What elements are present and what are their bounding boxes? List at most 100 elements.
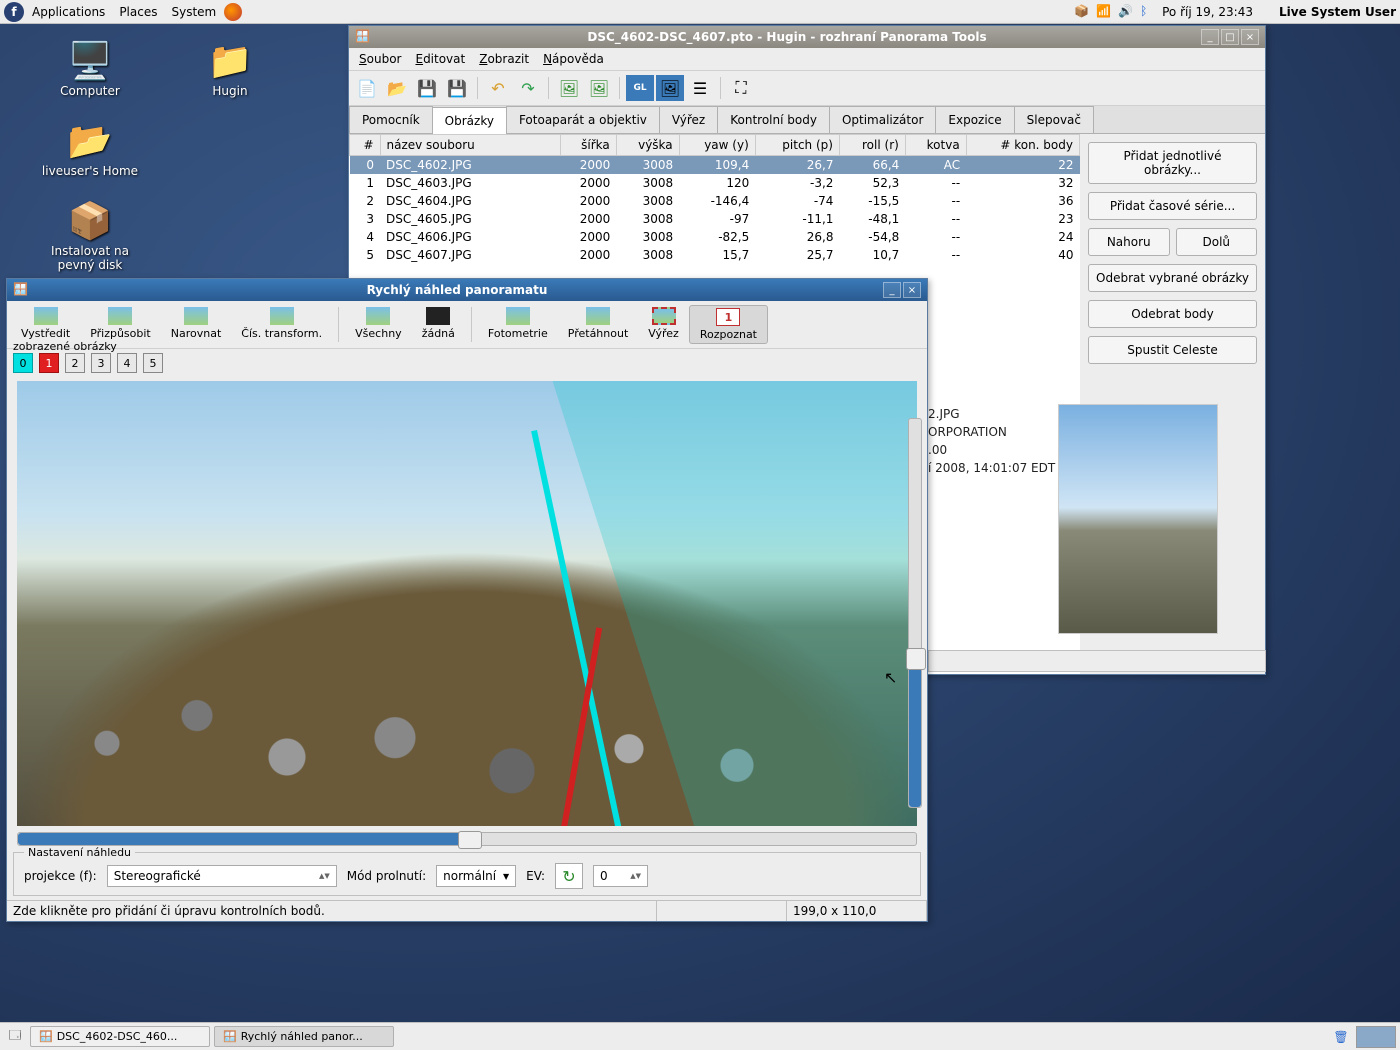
redo-button[interactable]: ↷ — [514, 75, 542, 101]
menu-view[interactable]: Zobrazit — [473, 50, 535, 68]
col-height[interactable]: výška — [616, 135, 679, 156]
col-cp[interactable]: # kon. body — [966, 135, 1079, 156]
col-filename[interactable]: název souboru — [380, 135, 560, 156]
tab-stitcher[interactable]: Slepovač — [1014, 106, 1094, 133]
add-series-button[interactable]: Přidat časové série... — [1088, 192, 1257, 220]
col-anchor[interactable]: kotva — [905, 135, 966, 156]
undo-button[interactable]: ↶ — [484, 75, 512, 101]
taskbar-hugin[interactable]: 🪟 DSC_4602-DSC_460... — [30, 1026, 210, 1047]
table-row[interactable]: 3DSC_4605.JPG20003008-97-11,1-48,1--23 — [350, 210, 1080, 228]
user-menu[interactable]: Live System User — [1279, 5, 1396, 19]
tab-assistant[interactable]: Pomocník — [349, 106, 433, 133]
clock[interactable]: Po říj 19, 23:43 — [1162, 5, 1253, 19]
tab-images[interactable]: Obrázky — [432, 107, 507, 134]
system-menu[interactable]: System — [165, 3, 222, 21]
image-chip-2[interactable]: 2 — [65, 353, 85, 373]
ev-spinner[interactable]: 0▲▼ — [593, 865, 648, 887]
images-table[interactable]: # název souboru šířka výška yaw (y) pitc… — [349, 134, 1080, 264]
table-row[interactable]: 4DSC_4606.JPG20003008-82,526,8-54,8--24 — [350, 228, 1080, 246]
save-button[interactable]: 💾 — [413, 75, 441, 101]
network-tray-icon[interactable]: 📶 — [1096, 4, 1112, 20]
show-desktop-button[interactable]: 🗔 — [4, 1026, 26, 1048]
photometry-button[interactable]: Fotometrie — [478, 305, 558, 344]
remove-images-button[interactable]: Odebrat vybrané obrázky — [1088, 264, 1257, 292]
add-image-button[interactable]: 🖼 — [555, 75, 583, 101]
col-pitch[interactable]: pitch (p) — [755, 135, 839, 156]
firefox-icon[interactable] — [224, 3, 242, 21]
menu-file[interactable]: Soubor — [353, 50, 407, 68]
image-chip-3[interactable]: 3 — [91, 353, 111, 373]
straighten-button[interactable]: Narovnat — [161, 305, 232, 344]
fit-button[interactable]: Přizpůsobit — [80, 305, 161, 344]
desktop-icon-hugin[interactable]: 📁 Hugin — [180, 40, 280, 98]
hugin-title: DSC_4602-DSC_4607.pto - Hugin - rozhraní… — [375, 30, 1199, 44]
open-button[interactable]: 📂 — [383, 75, 411, 101]
fullscreen-button[interactable]: ⛶ — [727, 75, 755, 101]
tab-crop[interactable]: Výřez — [659, 106, 718, 133]
add-series-button[interactable]: 🖼 — [585, 75, 613, 101]
col-yaw[interactable]: yaw (y) — [679, 135, 755, 156]
center-button[interactable]: Vystředit — [11, 305, 80, 344]
preview-vfov-slider[interactable] — [908, 418, 922, 808]
fedora-icon[interactable]: f — [4, 2, 24, 22]
hugin-titlebar[interactable]: 🪟 DSC_4602-DSC_4607.pto - Hugin - rozhra… — [349, 26, 1265, 48]
crop-button[interactable]: Výřez — [638, 305, 689, 344]
places-menu[interactable]: Places — [113, 3, 163, 21]
table-row[interactable]: 2DSC_4604.JPG20003008-146,4-74-15,5--36 — [350, 192, 1080, 210]
run-celeste-button[interactable]: Spustit Celeste — [1088, 336, 1257, 364]
menu-help[interactable]: Nápověda — [537, 50, 610, 68]
table-row[interactable]: 1DSC_4603.JPG20003008120-3,252,3--32 — [350, 174, 1080, 192]
bluetooth-tray-icon[interactable]: ᛒ — [1140, 4, 1156, 20]
minimize-button[interactable]: _ — [1201, 29, 1219, 45]
hugin-bottom-scrollbar[interactable] — [928, 650, 1266, 672]
update-tray-icon[interactable]: 📦 — [1074, 4, 1090, 20]
col-roll[interactable]: roll (r) — [839, 135, 905, 156]
trash-icon[interactable]: 🗑 — [1330, 1026, 1352, 1048]
taskbar-preview[interactable]: 🪟 Rychlý náhled panor... — [214, 1026, 394, 1047]
table-row[interactable]: 5DSC_4607.JPG2000300815,725,710,7--40 — [350, 246, 1080, 264]
move-up-button[interactable]: Nahoru — [1088, 228, 1170, 256]
applications-menu[interactable]: Applications — [26, 3, 111, 21]
image-chip-5[interactable]: 5 — [143, 353, 163, 373]
drag-button[interactable]: Přetáhnout — [558, 305, 639, 344]
ev-reset-button[interactable]: ↻ — [555, 863, 583, 889]
remove-points-button[interactable]: Odebrat body — [1088, 300, 1257, 328]
tab-optimizer[interactable]: Optimalizátor — [829, 106, 936, 133]
num-transform-button[interactable]: Čís. transform. — [231, 305, 332, 344]
tab-exposure[interactable]: Expozice — [935, 106, 1014, 133]
new-button[interactable]: 📄 — [353, 75, 381, 101]
save-as-button[interactable]: 💾 — [443, 75, 471, 101]
volume-tray-icon[interactable]: 🔊 — [1118, 4, 1134, 20]
add-single-button[interactable]: Přidat jednotlivé obrázky... — [1088, 142, 1257, 184]
show-all-button[interactable]: Všechny — [345, 305, 412, 344]
preview-button[interactable]: 🖼 — [656, 75, 684, 101]
image-chip-1[interactable]: 1 — [39, 353, 59, 373]
image-chip-0[interactable]: 0 — [13, 353, 33, 373]
blend-mode-select[interactable]: normální▼ — [436, 865, 516, 887]
workspace-switcher[interactable] — [1356, 1026, 1396, 1048]
desktop-icon-home[interactable]: 📂 liveuser's Home — [40, 120, 140, 178]
cp-list-button[interactable]: ☰ — [686, 75, 714, 101]
tab-camera[interactable]: Fotoaparát a objektiv — [506, 106, 660, 133]
preview-hfov-slider[interactable] — [17, 832, 917, 846]
projection-select[interactable]: Stereografické▲▼ — [107, 865, 337, 887]
panorama-canvas[interactable] — [17, 381, 917, 826]
menu-edit[interactable]: Editovat — [409, 50, 471, 68]
preview-titlebar[interactable]: 🪟 Rychlý náhled panoramatu _ × — [7, 279, 927, 301]
col-width[interactable]: šířka — [560, 135, 616, 156]
tab-control-points[interactable]: Kontrolní body — [717, 106, 830, 133]
close-button[interactable]: × — [903, 282, 921, 298]
gl-preview-button[interactable]: GL — [626, 75, 654, 101]
close-button[interactable]: × — [1241, 29, 1259, 45]
preview-title: Rychlý náhled panoramatu — [33, 283, 881, 297]
move-down-button[interactable]: Dolů — [1176, 228, 1258, 256]
table-row[interactable]: 0DSC_4602.JPG20003008109,426,766,4AC22 — [350, 156, 1080, 175]
desktop-icon-install[interactable]: 📦 Instalovat na pevný disk — [40, 200, 140, 272]
desktop-icon-computer[interactable]: 🖥️ Computer — [40, 40, 140, 98]
col-index[interactable]: # — [350, 135, 381, 156]
image-chip-4[interactable]: 4 — [117, 353, 137, 373]
maximize-button[interactable]: □ — [1221, 29, 1239, 45]
minimize-button[interactable]: _ — [883, 282, 901, 298]
show-none-button[interactable]: žádná — [412, 305, 465, 344]
identify-button[interactable]: 1Rozpoznat — [689, 305, 768, 344]
